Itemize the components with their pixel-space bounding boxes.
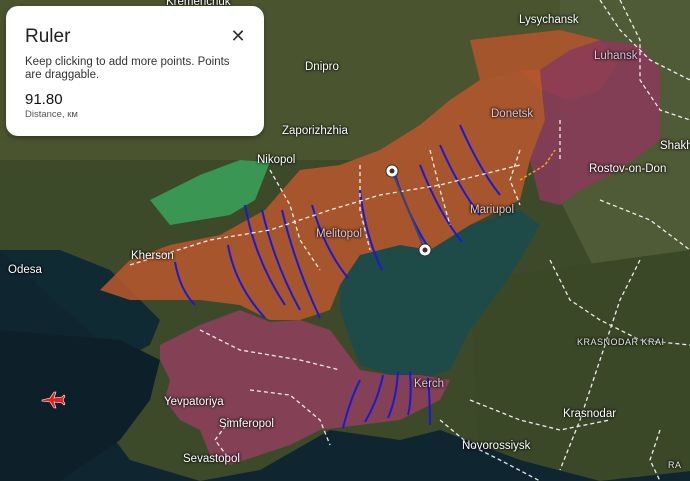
- label-yevpatoriya: Yevpatoriya: [164, 396, 224, 408]
- close-icon[interactable]: ✕: [228, 26, 248, 46]
- ruler-point-center: [389, 168, 395, 174]
- aircraft-icon[interactable]: [40, 390, 66, 410]
- ruler-panel: Ruler ✕ Keep clicking to add more points…: [6, 6, 264, 136]
- label-rostov: Rostov-on-Don: [589, 163, 667, 175]
- label-shakh: Shakh: [660, 140, 690, 152]
- distance-value: 91.80: [25, 91, 63, 108]
- label-novorossiysk: Novorossiysk: [462, 440, 531, 452]
- label-sevastopol: Sevastopol: [183, 453, 240, 465]
- label-krasnodar: Krasnodar: [563, 408, 617, 420]
- label-simferopol: Simferopol: [219, 418, 274, 430]
- panel-hint: Keep clicking to add more points. Points…: [25, 56, 230, 81]
- label-donetsk: Donetsk: [491, 108, 534, 120]
- label-krasnodar-krai: KRASNODAR KRAI: [577, 337, 665, 347]
- label-dnipro: Dnipro: [305, 61, 339, 73]
- label-mariupol: Mariupol: [470, 204, 515, 216]
- label-lysychansk: Lysychansk: [519, 14, 579, 26]
- label-luhansk: Luhansk: [594, 50, 638, 62]
- label-nikopol: Nikopol: [257, 154, 296, 166]
- distance-unit: Distance, км: [25, 109, 78, 120]
- label-odesa: Odesa: [8, 264, 42, 276]
- label-kherson: Kherson: [131, 250, 174, 262]
- panel-title: Ruler: [25, 26, 71, 47]
- label-zaporizhzhia: Zaporizhzhia: [282, 125, 348, 137]
- label-kerch: Kerch: [414, 378, 445, 390]
- label-melitopol: Melitopol: [316, 228, 363, 240]
- ruler-point-center: [422, 247, 428, 253]
- label-ra: RA: [668, 460, 682, 470]
